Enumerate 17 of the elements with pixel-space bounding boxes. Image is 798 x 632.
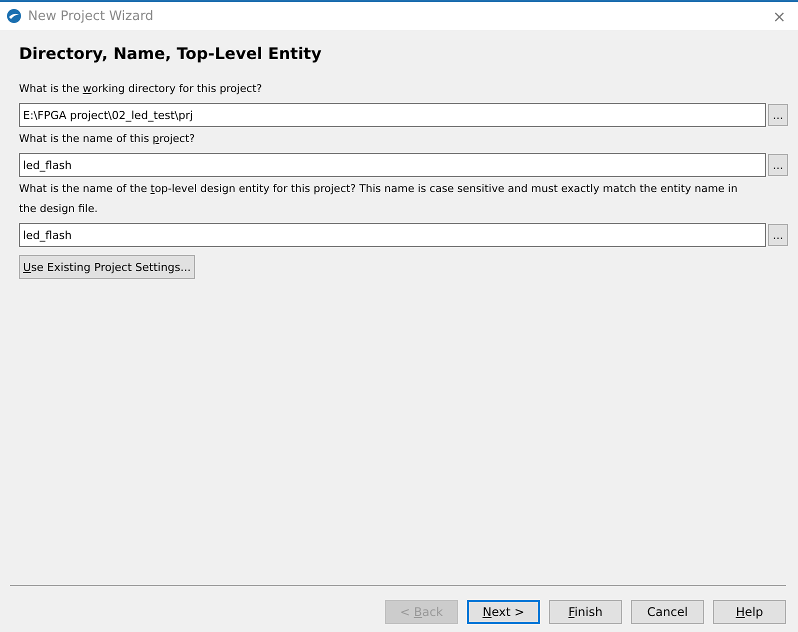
input-field[interactable]: led_flash xyxy=(19,223,766,247)
dialog-button[interactable]: Next > xyxy=(467,600,540,624)
dialog-button[interactable]: Help xyxy=(713,600,786,624)
input-field[interactable]: E:\FPGA project\02_led_test\prj xyxy=(19,103,766,127)
dialog-button[interactable]: Finish xyxy=(549,600,622,624)
browse-button[interactable]: ... xyxy=(768,154,788,176)
field-label: What is the name of the top-level design entity for this project? This name is case sensitive and must exactly match the entity name in the design file. xyxy=(19,182,739,217)
use-existing-settings-button[interactable]: Use Existing Project Settings... xyxy=(19,255,195,279)
dialog-button[interactable]: Cancel xyxy=(631,600,704,624)
window-title: New Project Wizard xyxy=(28,8,154,24)
close-button[interactable]: × xyxy=(766,6,792,26)
browse-button[interactable]: ... xyxy=(768,104,788,126)
field-label: What is the working directory for this project? xyxy=(19,82,263,97)
field-label: What is the name of this project? xyxy=(19,132,196,147)
page-heading: Directory, Name, Top-Level Entity xyxy=(19,44,323,63)
browse-button[interactable]: ... xyxy=(768,224,788,246)
input-field[interactable]: led_flash xyxy=(19,153,766,177)
